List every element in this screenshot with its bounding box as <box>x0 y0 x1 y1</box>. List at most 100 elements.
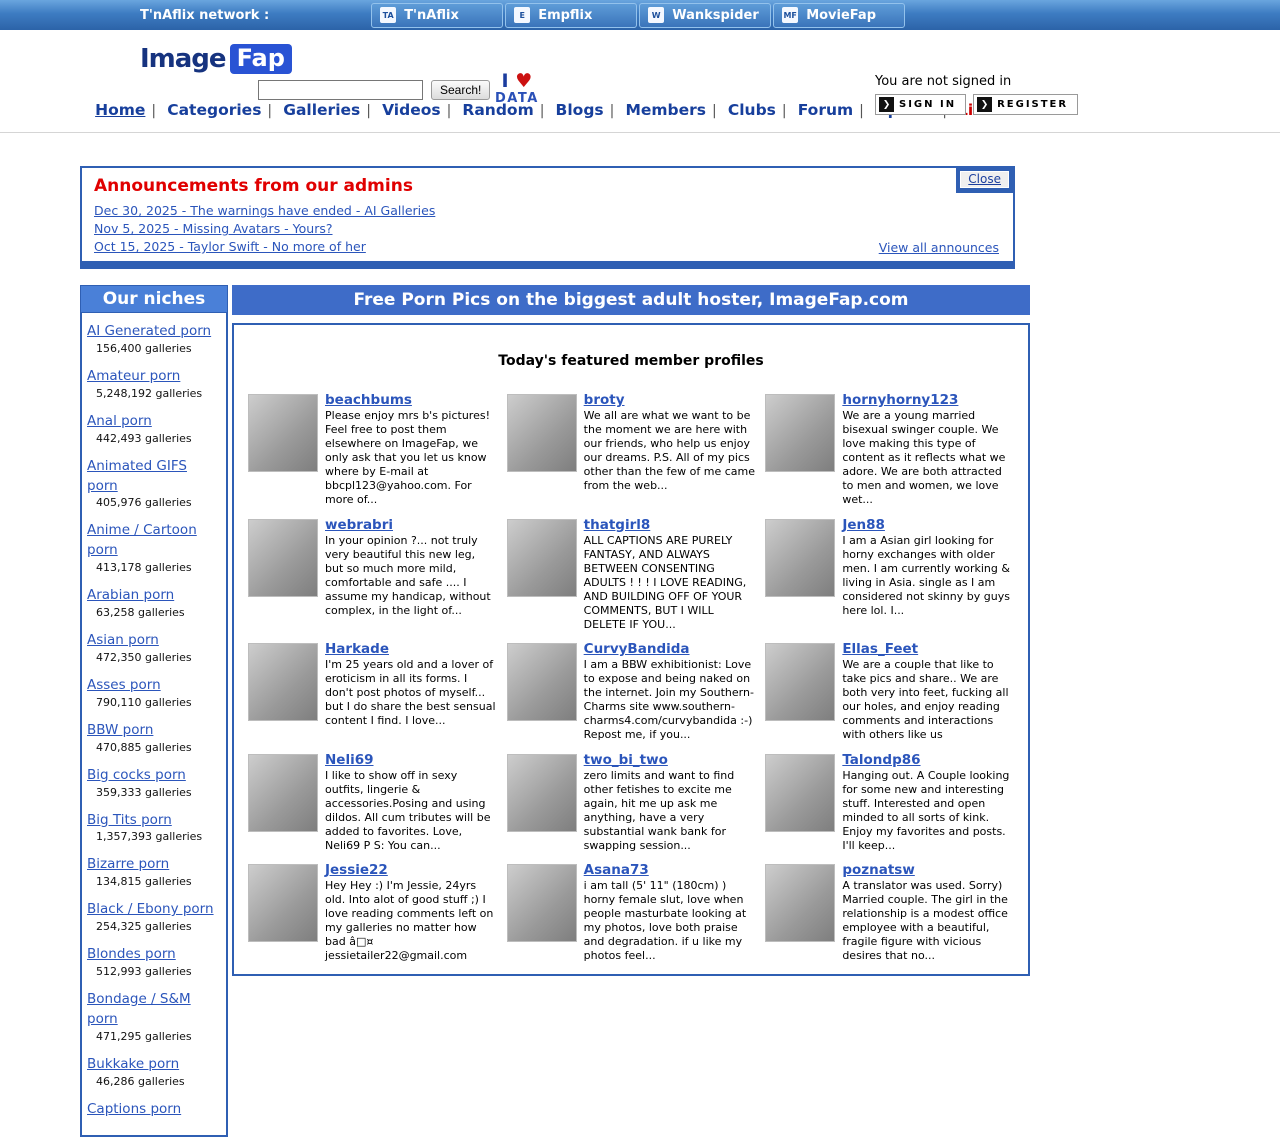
profile-username-link[interactable]: hornyhorny123 <box>842 392 958 408</box>
niche-gallery-count: 442,493 galleries <box>87 432 221 445</box>
profile-thumbnail[interactable] <box>765 864 835 942</box>
profile-card: CurvyBandida I am a BBW exhibitionist: L… <box>507 638 756 742</box>
niche-gallery-count: 512,993 galleries <box>87 965 221 978</box>
announcements-close-corner: Close <box>956 168 1013 193</box>
profile-username-link[interactable]: Harkade <box>325 641 389 657</box>
network-site-label: Empflix <box>538 8 592 23</box>
niche-link[interactable]: Black / Ebony porn <box>87 901 214 917</box>
niche-link[interactable]: Arabian porn <box>87 587 174 603</box>
profile-thumbnail[interactable] <box>507 754 577 832</box>
profile-description: Hanging out. A Couple looking for some n… <box>842 769 1014 853</box>
profile-username-link[interactable]: Talondp86 <box>842 752 920 768</box>
profile-thumbnail[interactable] <box>248 394 318 472</box>
search-button[interactable]: Search! <box>431 80 490 100</box>
nav-item: Categories| <box>167 100 278 119</box>
profile-thumbnail[interactable] <box>248 754 318 832</box>
nav-link[interactable]: Members <box>625 101 706 119</box>
main-area: Free Porn Pics on the biggest adult host… <box>232 285 1030 976</box>
nav-item: Home| <box>95 100 162 119</box>
account-area: You are not signed in ❯ SIGN IN ❯ REGIST… <box>875 74 1078 115</box>
nav-link[interactable]: Forum <box>798 101 853 119</box>
niche-link[interactable]: Captions porn <box>87 1101 181 1117</box>
profile-thumbnail[interactable] <box>507 394 577 472</box>
niche-link[interactable]: Amateur porn <box>87 368 180 384</box>
niche-gallery-count: 46,286 galleries <box>87 1075 221 1088</box>
profile-thumbnail[interactable] <box>248 864 318 942</box>
network-site-button[interactable]: E Empflix <box>505 3 637 28</box>
profile-thumbnail[interactable] <box>765 394 835 472</box>
profile-thumbnail[interactable] <box>248 643 318 721</box>
nav-link[interactable]: Categories <box>167 101 261 119</box>
imagefap-logo[interactable]: Image Fap <box>140 44 292 74</box>
register-button[interactable]: ❯ REGISTER <box>973 94 1078 115</box>
content: Our niches AI Generated porn 156,400 gal… <box>80 285 1280 1137</box>
niche-link[interactable]: Bukkake porn <box>87 1056 179 1072</box>
profile-username-link[interactable]: two_bi_two <box>584 752 668 768</box>
niche-link[interactable]: Asian porn <box>87 632 159 648</box>
profile-card: two_bi_two zero limits and want to find … <box>507 749 756 853</box>
network-site-button[interactable]: MF MovieFap <box>773 3 905 28</box>
niche-link[interactable]: Animated GIFS porn <box>87 458 187 494</box>
profile-username-link[interactable]: thatgirl8 <box>584 517 651 533</box>
profile-thumbnail[interactable] <box>765 519 835 597</box>
network-site-icon: W <box>648 7 664 23</box>
profile-thumbnail[interactable] <box>765 754 835 832</box>
network-site-button[interactable]: TA T'nAflix <box>371 3 503 28</box>
niche-item: AI Generated porn 156,400 galleries <box>87 320 221 355</box>
niches-list: AI Generated porn 156,400 galleries Amat… <box>80 313 228 1137</box>
sign-in-label: SIGN IN <box>899 99 962 110</box>
nav-link[interactable]: Galleries <box>283 101 360 119</box>
niche-gallery-count: 359,333 galleries <box>87 786 221 799</box>
niche-link[interactable]: BBW porn <box>87 722 153 738</box>
arrow-icon: ❯ <box>977 97 992 112</box>
profile-description: Hey Hey :) I'm Jessie, 24yrs old. Into a… <box>325 879 497 963</box>
network-site-button[interactable]: W Wankspider <box>639 3 771 28</box>
niche-link[interactable]: Big Tits porn <box>87 812 172 828</box>
niche-link[interactable]: Anal porn <box>87 413 152 429</box>
network-bar: T'nAflix network : TA T'nAflix E Empflix… <box>0 0 1280 30</box>
niche-link[interactable]: Big cocks porn <box>87 767 186 783</box>
network-site-label: Wankspider <box>672 8 759 23</box>
nav-link[interactable]: Videos <box>382 101 441 119</box>
nav-link[interactable]: Home <box>95 101 145 119</box>
profile-username-link[interactable]: Asana73 <box>584 862 649 878</box>
niche-link[interactable]: Asses porn <box>87 677 161 693</box>
profile-username-link[interactable]: CurvyBandida <box>584 641 690 657</box>
header: Image Fap Search! I ♥ DATA You are not s… <box>0 30 1280 92</box>
sign-in-button[interactable]: ❯ SIGN IN <box>875 94 966 115</box>
search-input[interactable] <box>258 80 423 100</box>
profile-thumbnail[interactable] <box>765 643 835 721</box>
profile-username-link[interactable]: Ellas_Feet <box>842 641 918 657</box>
profile-thumbnail[interactable] <box>507 643 577 721</box>
niche-item: Asses porn 790,110 galleries <box>87 674 221 709</box>
profile-username-link[interactable]: Jen88 <box>842 517 885 533</box>
search-area: Search! <box>258 80 490 100</box>
profile-username-link[interactable]: beachbums <box>325 392 412 408</box>
niche-link[interactable]: Anime / Cartoon porn <box>87 522 197 558</box>
nav-separator: | <box>366 103 371 119</box>
niche-link[interactable]: Bizarre porn <box>87 856 169 872</box>
profile-username-link[interactable]: poznatsw <box>842 862 914 878</box>
niche-link[interactable]: Blondes porn <box>87 946 176 962</box>
announcement-link[interactable]: Nov 5, 2025 - Missing Avatars - Yours? <box>94 221 333 236</box>
profile-thumbnail[interactable] <box>248 519 318 597</box>
niche-gallery-count: 413,178 galleries <box>87 561 221 574</box>
profile-username-link[interactable]: webrabri <box>325 517 393 533</box>
profile-username-link[interactable]: broty <box>584 392 625 408</box>
announcement-link[interactable]: Dec 30, 2025 - The warnings have ended -… <box>94 203 435 218</box>
close-button[interactable]: Close <box>960 171 1009 188</box>
profile-thumbnail[interactable] <box>507 519 577 597</box>
niche-gallery-count: 254,325 galleries <box>87 920 221 933</box>
nav-link[interactable]: Blogs <box>556 101 604 119</box>
niche-link[interactable]: Bondage / S&M porn <box>87 991 191 1027</box>
profile-description: We are a couple that like to take pics a… <box>842 658 1014 742</box>
network-site-icon: TA <box>380 7 396 23</box>
view-all-announces-link[interactable]: View all announces <box>879 240 999 255</box>
network-site-label: T'nAflix <box>404 8 459 23</box>
profile-thumbnail[interactable] <box>507 864 577 942</box>
profile-username-link[interactable]: Jessie22 <box>325 862 388 878</box>
profile-username-link[interactable]: Neli69 <box>325 752 374 768</box>
niche-link[interactable]: AI Generated porn <box>87 323 211 339</box>
announcement-link[interactable]: Oct 15, 2025 - Taylor Swift - No more of… <box>94 239 366 254</box>
nav-link[interactable]: Clubs <box>728 101 776 119</box>
